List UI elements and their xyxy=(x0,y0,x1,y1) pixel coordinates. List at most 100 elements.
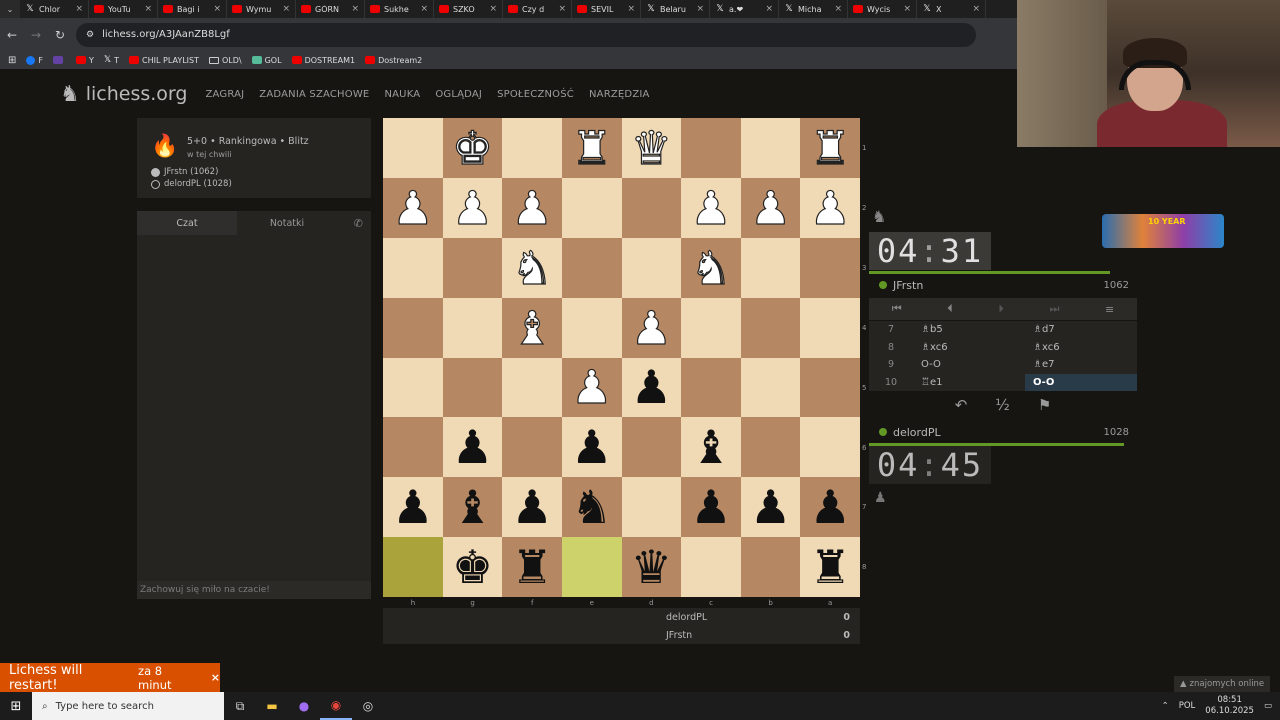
square-h4[interactable] xyxy=(383,297,443,358)
windows-start-icon[interactable]: ⊞ xyxy=(0,692,32,720)
square-d5[interactable]: ♟ xyxy=(621,357,682,418)
black-move[interactable]: ♗xc6 xyxy=(1025,339,1137,357)
tab-close-icon[interactable]: × xyxy=(144,4,152,14)
square-c7[interactable]: ♟ xyxy=(681,477,741,538)
square-h5[interactable] xyxy=(383,357,443,418)
black-move[interactable]: ♗e7 xyxy=(1025,356,1137,374)
browser-tab[interactable]: 𝕏a.❤ × xyxy=(710,0,779,18)
black-rook-icon[interactable]: ♜ xyxy=(511,544,552,590)
draw-offer-icon[interactable]: ½ xyxy=(995,396,1010,414)
nav-item[interactable]: NARZĘDZIA xyxy=(589,89,650,100)
white-knight-icon[interactable]: ♞ xyxy=(690,244,732,291)
white-rook-icon[interactable]: ♜ xyxy=(809,124,851,171)
square-b7[interactable]: ♟ xyxy=(740,477,801,538)
square-c3[interactable]: ♞ xyxy=(681,237,741,298)
nav-item[interactable]: NAUKA xyxy=(384,89,420,100)
white-player-entry[interactable]: JFrstn (1062) xyxy=(151,167,218,177)
browser-tab[interactable]: Wycis × xyxy=(848,0,917,18)
bookmark-item[interactable]: GOL xyxy=(251,56,282,65)
black-knight-icon[interactable]: ♞ xyxy=(571,484,612,530)
square-f6[interactable] xyxy=(502,417,562,478)
black-move[interactable]: ♗d7 xyxy=(1025,321,1137,339)
nav-item[interactable]: OGLĄDAJ xyxy=(435,89,482,100)
square-a7[interactable]: ♟ xyxy=(800,477,860,538)
menu-icon[interactable]: ≡ xyxy=(1105,303,1114,316)
forward-icon[interactable]: → xyxy=(24,23,48,47)
restart-toast[interactable]: Lichess will restart! za 8 minut × xyxy=(0,663,220,693)
tab-close-icon[interactable]: × xyxy=(558,4,566,14)
square-a1[interactable]: ♜ xyxy=(800,118,860,178)
tab-close-icon[interactable]: × xyxy=(420,4,428,14)
white-pawn-icon[interactable]: ♟ xyxy=(749,184,791,231)
square-d1[interactable]: ♛ xyxy=(621,118,682,178)
white-move[interactable]: ♗b5 xyxy=(913,324,1025,335)
task-view-icon[interactable]: ⧉ xyxy=(224,692,256,720)
square-c2[interactable]: ♟ xyxy=(681,177,741,238)
reload-icon[interactable]: ↻ xyxy=(48,23,72,47)
square-a8[interactable]: ♜ xyxy=(800,537,860,597)
tray-chevron-icon[interactable]: ⌃ xyxy=(1162,701,1169,711)
square-a4[interactable] xyxy=(800,297,860,358)
square-g8[interactable]: ♚ xyxy=(442,537,503,597)
browser-tab[interactable]: Czy d × xyxy=(503,0,572,18)
browser-tab[interactable]: 𝕏 Chlor × xyxy=(20,0,89,18)
browser-tab[interactable]: YouTu × xyxy=(89,0,158,18)
black-player-entry[interactable]: delordPL (1028) xyxy=(151,179,232,189)
square-e8[interactable] xyxy=(561,537,622,597)
square-b6[interactable] xyxy=(740,417,801,478)
language-indicator[interactable]: POL xyxy=(1179,701,1196,711)
square-a3[interactable] xyxy=(800,237,860,298)
site-info-icon[interactable]: ⚙ xyxy=(86,30,94,40)
square-e6[interactable]: ♟ xyxy=(561,417,622,478)
resign-flag-icon[interactable]: ⚑ xyxy=(1038,396,1051,414)
self-player[interactable]: delordPL 1028 xyxy=(869,423,1137,441)
browser-tab[interactable]: GÓRN × xyxy=(296,0,365,18)
square-c1[interactable] xyxy=(681,118,741,178)
square-g5[interactable] xyxy=(442,357,503,418)
square-b4[interactable] xyxy=(740,297,801,358)
square-h7[interactable]: ♟ xyxy=(383,477,443,538)
square-d2[interactable] xyxy=(621,177,682,238)
square-g6[interactable]: ♟ xyxy=(442,417,503,478)
friends-online-button[interactable]: ▲ znajomych online xyxy=(1174,676,1270,692)
square-b1[interactable] xyxy=(740,118,801,178)
tab-close-icon[interactable]: × xyxy=(903,4,911,14)
black-pawn-icon[interactable]: ♟ xyxy=(631,364,672,410)
browser-tab[interactable]: 𝕏 Micha × xyxy=(779,0,848,18)
tab-close-icon[interactable]: × xyxy=(75,4,83,14)
file-explorer-icon[interactable]: ▬ xyxy=(256,692,288,720)
square-e5[interactable]: ♟ xyxy=(561,357,622,418)
tab-close-icon[interactable]: × xyxy=(972,4,980,14)
square-g7[interactable]: ♝ xyxy=(442,477,503,538)
square-f1[interactable] xyxy=(502,118,562,178)
square-d7[interactable] xyxy=(621,477,682,538)
black-pawn-icon[interactable]: ♟ xyxy=(511,484,552,530)
back-icon[interactable]: ← xyxy=(0,23,24,47)
app-icon[interactable]: ● xyxy=(288,692,320,720)
square-d4[interactable]: ♟ xyxy=(621,297,682,358)
crosstable-row[interactable]: delordPL 0 xyxy=(666,608,850,626)
bookmark-item[interactable]: 𝕏T xyxy=(104,55,119,65)
apps-grid-icon[interactable]: ⊞ xyxy=(8,55,16,66)
phone-icon[interactable]: ✆ xyxy=(354,217,363,230)
black-pawn-icon[interactable]: ♟ xyxy=(810,484,851,530)
square-a6[interactable] xyxy=(800,417,860,478)
square-e2[interactable] xyxy=(561,177,622,238)
white-pawn-icon[interactable]: ♟ xyxy=(392,184,434,231)
prev-move-icon[interactable]: ⏴ xyxy=(947,302,953,316)
takeback-icon[interactable]: ↶ xyxy=(955,396,968,414)
toast-close-icon[interactable]: × xyxy=(211,671,220,684)
tab-close-icon[interactable]: × xyxy=(627,4,635,14)
square-c5[interactable] xyxy=(681,357,741,418)
square-e4[interactable] xyxy=(561,297,622,358)
square-f8[interactable]: ♜ xyxy=(502,537,562,597)
bookmark-item[interactable]: OLD\ xyxy=(209,56,242,65)
square-h3[interactable] xyxy=(383,237,443,298)
square-g1[interactable]: ♚ xyxy=(442,118,503,178)
bookmark-item[interactable] xyxy=(53,56,66,64)
white-king-icon[interactable]: ♚ xyxy=(451,124,493,171)
browser-tab[interactable]: 𝕏 Belaru × xyxy=(641,0,710,18)
white-knight-icon[interactable]: ♞ xyxy=(511,244,553,291)
square-h1[interactable] xyxy=(383,118,443,178)
nav-item[interactable]: SPOŁECZNOŚĆ xyxy=(497,89,574,100)
